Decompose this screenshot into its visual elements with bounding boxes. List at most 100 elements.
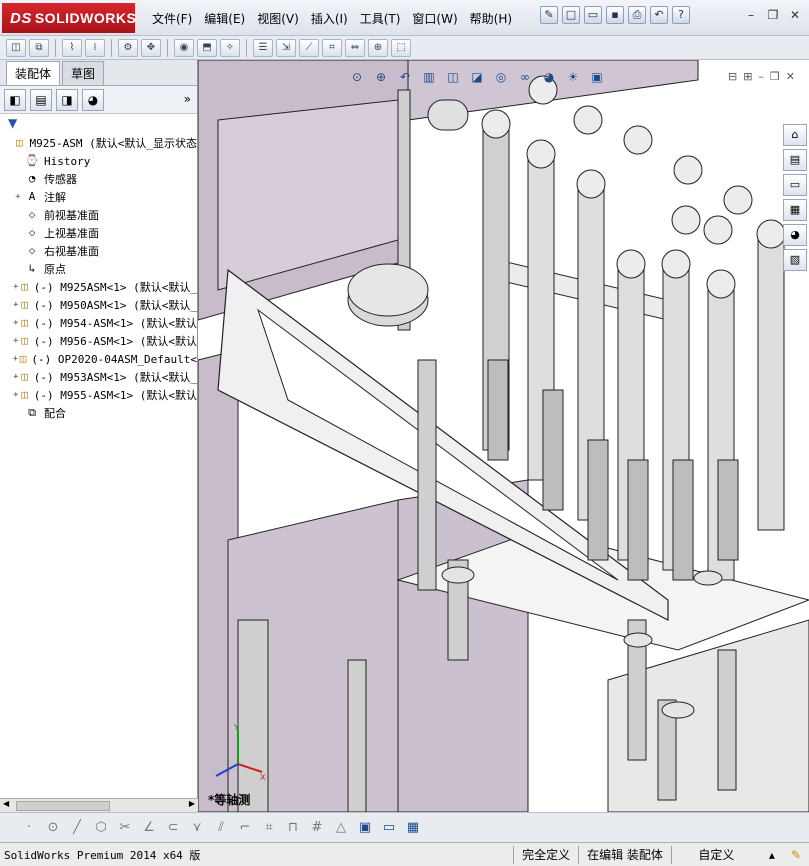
display-manager-icon[interactable]: ◕: [82, 88, 104, 111]
tree-node[interactable]: ◔ 传感器: [0, 170, 197, 188]
units-status[interactable]: 自定义: [670, 845, 761, 864]
explode-line-icon[interactable]: ⟋: [299, 38, 319, 57]
more-chevron-icon[interactable]: »: [184, 92, 191, 106]
filter-row[interactable]: ▼: [0, 114, 197, 132]
scroll-right-icon[interactable]: ▶: [189, 799, 195, 808]
new-document-icon[interactable]: □: [562, 6, 580, 24]
expand-icon[interactable]: +: [12, 318, 20, 328]
minimize-icon[interactable]: –: [743, 8, 759, 24]
restore-icon[interactable]: ❐: [765, 8, 781, 24]
convert-entities-icon[interactable]: ⊂: [164, 819, 182, 837]
tree-node[interactable]: ◇ 前视基准面: [0, 206, 197, 224]
print-icon[interactable]: ⎙: [628, 6, 646, 24]
tab-assembly[interactable]: 装配体: [6, 61, 61, 85]
close-icon[interactable]: ✕: [787, 8, 803, 24]
tree-node[interactable]: + ◫ (-) M954-ASM<1> (默认<默认: [0, 314, 197, 332]
exploded-view-icon[interactable]: ⇲: [276, 38, 296, 57]
table-icon[interactable]: ▦: [404, 819, 422, 837]
view-orientation-icon[interactable]: ◪: [468, 68, 486, 86]
doc-close-icon[interactable]: ✕: [786, 70, 795, 83]
insert-component-icon[interactable]: ◫: [6, 38, 26, 57]
trim-icon[interactable]: ✂: [116, 819, 134, 837]
menu-tools[interactable]: 工具(T): [354, 8, 407, 29]
home-icon[interactable]: ⌂: [783, 124, 807, 146]
menu-view[interactable]: 视图(V): [251, 8, 305, 29]
display-style-icon[interactable]: ◎: [492, 68, 510, 86]
bill-of-materials-icon[interactable]: ☰: [253, 38, 273, 57]
doc-minimize-icon[interactable]: –: [758, 70, 764, 83]
menu-insert[interactable]: 插入(I): [305, 8, 354, 29]
corner-icon[interactable]: ⌐: [236, 819, 254, 837]
expand-icon[interactable]: +: [12, 372, 20, 382]
view-palette-icon[interactable]: ▦: [783, 199, 807, 221]
open-folder-icon[interactable]: ▭: [584, 6, 602, 24]
offset-icon[interactable]: ⋎: [188, 819, 206, 837]
hide-show-items-icon[interactable]: ∞: [516, 68, 534, 86]
zoom-area-icon[interactable]: ⊕: [372, 68, 390, 86]
tree-node[interactable]: + ◫ (-) OP2020-04ASM_Default<: [0, 350, 197, 368]
split-vertical-icon[interactable]: ⊞: [743, 70, 752, 83]
help-icon[interactable]: ?: [672, 6, 690, 24]
tree-node[interactable]: ◇ 上视基准面: [0, 224, 197, 242]
mirror-icon[interactable]: ⫽: [212, 819, 230, 837]
expand-icon[interactable]: +: [12, 354, 19, 364]
point-icon[interactable]: ·: [20, 819, 38, 837]
expand-icon[interactable]: +: [12, 282, 20, 292]
menu-help[interactable]: 帮助(H): [464, 8, 518, 29]
graphics-area[interactable]: ⊙ ⊕ ↶ ▥ ◫ ◪ ◎ ∞ ◕ ☀ ▣ ⊟ ⊞ – ❐ ✕ ⌂ ▤ ▭ ▦ …: [198, 60, 809, 812]
linear-pattern-icon[interactable]: ⁞: [85, 38, 105, 57]
hole-alignment-icon[interactable]: ⊕: [368, 38, 388, 57]
dynamic-annotation-icon[interactable]: ◫: [444, 68, 462, 86]
angle-icon[interactable]: ∠: [140, 819, 158, 837]
save-icon[interactable]: ▪: [606, 6, 624, 24]
tab-sketch[interactable]: 草图: [62, 61, 105, 85]
clearance-icon[interactable]: ⇔: [345, 38, 365, 57]
tree-node[interactable]: ↳ 原点: [0, 260, 197, 278]
custom-properties-icon[interactable]: ▧: [783, 249, 807, 271]
tree-node[interactable]: ◇ 右视基准面: [0, 242, 197, 260]
polygon-icon[interactable]: ⬡: [92, 819, 110, 837]
construction-icon[interactable]: ⌗: [260, 819, 278, 837]
feature-manager-icon[interactable]: ◧: [4, 88, 26, 111]
smart-fasteners-icon[interactable]: ⚙: [118, 38, 138, 57]
file-explorer-icon[interactable]: ▭: [783, 174, 807, 196]
grid-icon[interactable]: #: [308, 819, 326, 837]
undo-icon[interactable]: ↶: [650, 6, 668, 24]
expand-icon[interactable]: +: [12, 336, 20, 346]
reference-geometry-icon[interactable]: ✧: [220, 38, 240, 57]
appearances-icon[interactable]: ◕: [783, 224, 807, 246]
pin-icon[interactable]: ✎: [540, 6, 558, 24]
configuration-manager-icon[interactable]: ◨: [56, 88, 78, 111]
tree-node[interactable]: + ◫ (-) M956-ASM<1> (默认<默认: [0, 332, 197, 350]
tree-node[interactable]: ◫ M925-ASM (默认<默认_显示状态: [0, 134, 197, 152]
section-view-icon[interactable]: ▥: [420, 68, 438, 86]
horizontal-scrollbar[interactable]: ◀ ▶: [0, 798, 198, 812]
previous-view-icon[interactable]: ↶: [396, 68, 414, 86]
interference-icon[interactable]: ⌗: [322, 38, 342, 57]
shaded-cube-icon[interactable]: ▣: [356, 819, 374, 837]
zoom-to-fit-icon[interactable]: ⊙: [348, 68, 366, 86]
expand-icon[interactable]: +: [12, 390, 20, 400]
design-library-icon[interactable]: ▤: [783, 149, 807, 171]
line-icon[interactable]: ╱: [68, 819, 86, 837]
tree-node[interactable]: ⌚ History: [0, 152, 197, 170]
menu-window[interactable]: 窗口(W): [406, 8, 463, 29]
tree-node[interactable]: + ◫ (-) M953ASM<1> (默认<默认_: [0, 368, 197, 386]
wireframe-icon[interactable]: ▭: [380, 819, 398, 837]
paperclip-icon[interactable]: ⌇: [62, 38, 82, 57]
split-horizontal-icon[interactable]: ⊟: [728, 70, 737, 83]
tree-node[interactable]: + ◫ (-) M925ASM<1> (默认<默认_: [0, 278, 197, 296]
edit-appearance-icon[interactable]: ◕: [540, 68, 558, 86]
expand-icon[interactable]: +: [12, 300, 20, 310]
instant3d-icon[interactable]: ⬚: [391, 38, 411, 57]
move-component-icon[interactable]: ✥: [141, 38, 161, 57]
circle-icon[interactable]: ⊙: [44, 819, 62, 837]
tree-node[interactable]: ⧉ 配合: [0, 404, 197, 422]
expand-icon[interactable]: +: [12, 192, 24, 202]
filter-icon[interactable]: ▼: [8, 116, 17, 130]
scrollbar-thumb[interactable]: [16, 801, 110, 811]
show-hidden-icon[interactable]: ◉: [174, 38, 194, 57]
units-up-icon[interactable]: ▴: [761, 846, 783, 864]
assembly-features-icon[interactable]: ⬒: [197, 38, 217, 57]
menu-file[interactable]: 文件(F): [146, 8, 198, 29]
